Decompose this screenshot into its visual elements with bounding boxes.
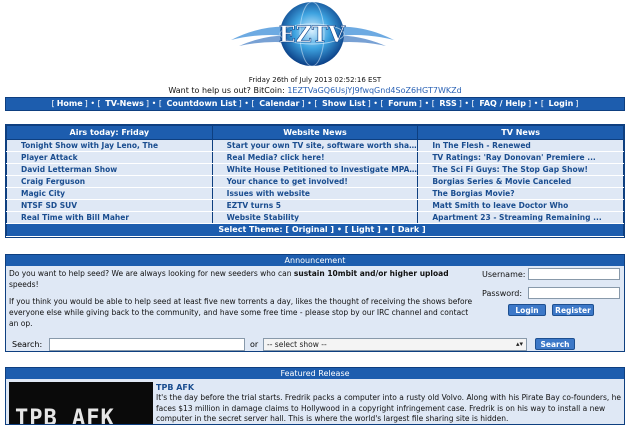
svg-text:EZTV: EZTV <box>279 22 346 48</box>
nav-home[interactable]: Home <box>57 99 83 108</box>
airs-today-link[interactable]: Real Time with Bill Maher <box>6 211 213 224</box>
select-arrows-icon: ▴▾ <box>515 340 523 348</box>
nav-countdown-list[interactable]: Countdown List <box>167 99 237 108</box>
featured-release-title: Featured Release <box>6 368 624 379</box>
bitcoin-donation: Want to help us out? BitCoin: 1EZTVaGQ6U… <box>0 86 630 95</box>
theme-selector: Select Theme: [ Original ] • [ Light ] •… <box>6 223 624 237</box>
nav-show-list[interactable]: Show List <box>322 99 366 108</box>
website-news-link[interactable]: Start your own TV site, software worth s… <box>211 139 419 152</box>
featured-release-description: It's the day before the trial starts. Fr… <box>156 393 621 423</box>
announcement-bold: sustain 10mbit and/or higher upload <box>293 269 449 278</box>
bitcoin-address-link[interactable]: 1EZTVaGQ6UsjYJ9fwqGnd4SoZ6HGT7WKZd <box>287 86 461 95</box>
search-label: Search: <box>12 340 43 349</box>
table-row: Tonight Show with Jay Leno, The Start you… <box>6 139 624 152</box>
airs-today-link[interactable]: NTSF SD SUV <box>6 199 213 212</box>
website-news-header: Website News <box>211 125 419 140</box>
theme-original[interactable]: Original <box>292 225 328 234</box>
eztv-globe-logo[interactable]: EZTV <box>225 0 400 72</box>
tv-news-link[interactable]: Matt Smith to leave Doctor Who <box>417 199 624 212</box>
featured-image-text: TPB AFK <box>15 406 115 425</box>
website-news-link[interactable]: White House Petitioned to Investigate MP… <box>211 163 419 176</box>
tv-news-link[interactable]: TV Ratings: 'Ray Donovan' Premiere ... <box>417 151 624 164</box>
website-news-link[interactable]: Issues with website <box>211 187 419 200</box>
website-news-link[interactable]: Website Stability <box>211 211 419 224</box>
login-button[interactable]: Login <box>508 304 546 316</box>
search-button[interactable]: Search <box>535 338 575 350</box>
tv-news-link[interactable]: In The Flesh - Renewed <box>417 139 624 152</box>
table-row: David Letterman Show White House Petition… <box>6 163 624 176</box>
website-news-link[interactable]: Your chance to get involved! <box>211 175 419 188</box>
show-select-value: -- select show -- <box>267 340 327 349</box>
featured-release-name[interactable]: TPB AFK <box>156 383 194 392</box>
table-row: Real Time with Bill Maher Website Stabili… <box>6 211 624 224</box>
or-label: or <box>250 340 259 349</box>
airs-today-link[interactable]: David Letterman Show <box>6 163 213 176</box>
nav-faq-help[interactable]: FAQ / Help <box>479 99 526 108</box>
tv-news-link[interactable]: Borgias Series & Movie Canceled <box>417 175 624 188</box>
airs-today-link[interactable]: Magic City <box>6 187 213 200</box>
website-news-link[interactable]: EZTV turns 5 <box>211 199 419 212</box>
tv-news-link[interactable]: The Borgias Movie? <box>417 187 624 200</box>
theme-light[interactable]: Light <box>351 225 374 234</box>
announcement-paragraph: If you think you would be able to help s… <box>9 297 473 328</box>
tv-news-link[interactable]: The Sci Fi Guys: The Stop Gap Show! <box>417 163 624 176</box>
password-input[interactable] <box>528 287 620 299</box>
theme-label: Select Theme: <box>218 225 283 234</box>
tv-info-table: Airs today: Friday Website News TV News … <box>5 124 625 238</box>
nav-calendar[interactable]: Calendar <box>259 99 299 108</box>
featured-release-image[interactable]: TPB AFK <box>9 382 153 425</box>
airs-today-link[interactable]: Player Attack <box>6 151 213 164</box>
airs-today-header: Airs today: Friday <box>6 125 213 140</box>
theme-dark[interactable]: Dark <box>398 225 419 234</box>
nav-tv-news[interactable]: TV-News <box>105 99 144 108</box>
register-button[interactable]: Register <box>552 304 594 316</box>
airs-today-link[interactable]: Tonight Show with Jay Leno, The <box>6 139 213 152</box>
table-row: Player Attack Real Media? click here! TV R… <box>6 151 624 164</box>
table-row: Craig Ferguson Your chance to get involve… <box>6 175 624 188</box>
announcement-text: Do you want to help seed? We are always … <box>9 268 474 329</box>
username-input[interactable] <box>528 268 620 280</box>
username-label: Username: <box>482 270 526 279</box>
search-bar: Search: or -- select show -- ▴▾ Search <box>9 338 621 352</box>
main-nav: [Home] • [ TV-News] • [ Countdown List] … <box>5 97 625 111</box>
password-label: Password: <box>482 289 523 298</box>
login-form: Username: Password: Login Register <box>478 267 624 319</box>
search-input[interactable] <box>49 338 245 351</box>
server-date: Friday 26th of July 2013 02:52:16 EST <box>248 76 382 84</box>
announcement-panel: Announcement Do you want to help seed? W… <box>5 254 625 352</box>
site-header: EZTV Friday 26th of July 2013 02:52:16 E… <box>0 0 630 96</box>
featured-release-panel: Featured Release TPB AFK TPB AFK It's th… <box>5 367 625 425</box>
airs-today-link[interactable]: Craig Ferguson <box>6 175 213 188</box>
announcement-line1: Do you want to help seed? We are always … <box>9 269 294 278</box>
nav-rss[interactable]: RSS <box>439 99 456 108</box>
bitcoin-label: Want to help us out? BitCoin: <box>168 86 285 95</box>
announcement-line2: speeds! <box>9 280 39 289</box>
tv-news-header: TV News <box>417 125 624 140</box>
show-select[interactable]: -- select show -- ▴▾ <box>263 338 527 351</box>
nav-forum[interactable]: Forum <box>388 99 417 108</box>
table-row: NTSF SD SUV EZTV turns 5 Matt Smith to lea… <box>6 199 624 212</box>
nav-login[interactable]: Login <box>549 99 574 108</box>
tv-news-link[interactable]: Apartment 23 - Streaming Remaining ... <box>417 211 624 224</box>
table-row: Magic City Issues with website The Borgias… <box>6 187 624 200</box>
announcement-title: Announcement <box>6 255 624 266</box>
website-news-link[interactable]: Real Media? click here! <box>211 151 419 164</box>
